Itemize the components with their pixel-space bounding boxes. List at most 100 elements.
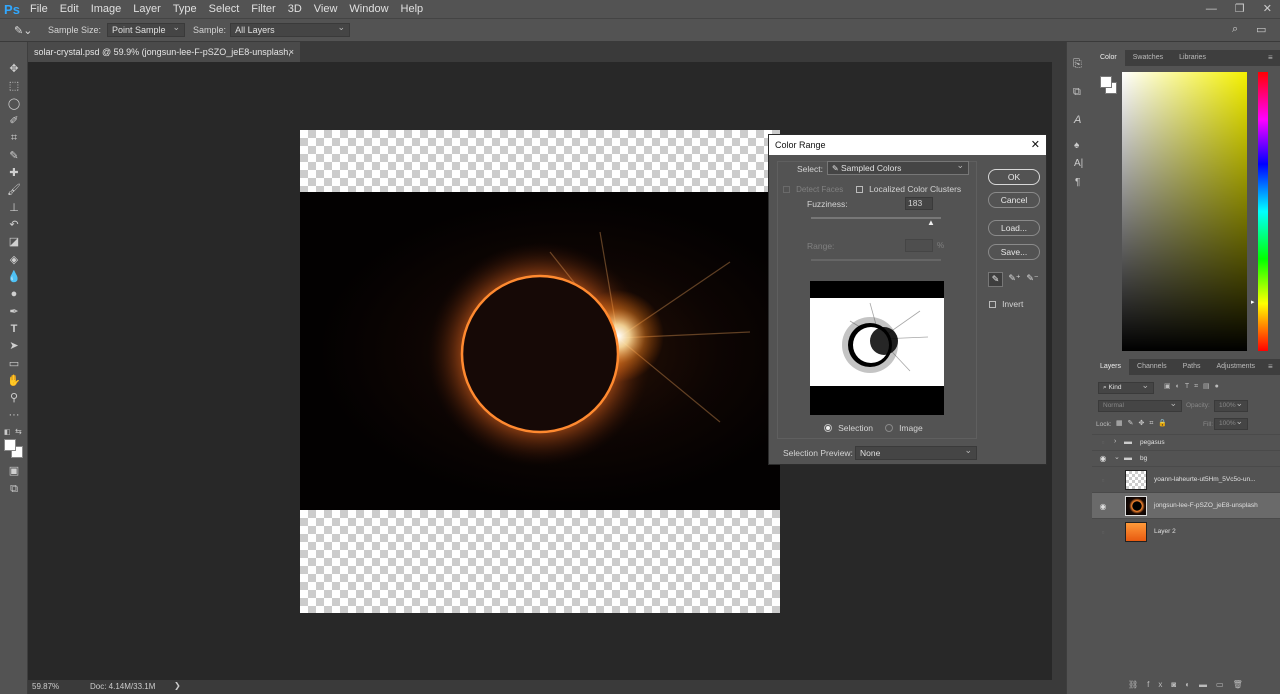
swap-colors-icon[interactable]: ⇆ <box>15 427 22 436</box>
layer-yoann[interactable]: ▫ yoann-laheurte-ut5Hm_5Vc5o-un... <box>1092 466 1280 492</box>
zoom-tool-icon[interactable]: ⚲ <box>6 391 22 405</box>
quick-selection-tool-icon[interactable]: ✐ <box>6 114 22 128</box>
collapse-arrow-icon[interactable]: ⌄ <box>1114 453 1120 461</box>
visibility-toggle-empty[interactable]: ▫ <box>1098 528 1108 537</box>
layer-group-bg[interactable]: ◉ ⌄ ▬ bg <box>1092 450 1280 466</box>
eclipse-image[interactable] <box>300 192 780 510</box>
add-to-sample-eyedropper-icon[interactable]: ✎⁺ <box>1007 272 1022 287</box>
search-icon[interactable]: ⌕ <box>1232 23 1238 36</box>
brush-tool-icon[interactable]: 🖌 <box>6 183 22 197</box>
invert-checkbox[interactable]: Invert <box>989 298 1023 310</box>
move-tool-icon[interactable]: ✥ <box>6 62 22 76</box>
menu-3d[interactable]: 3D <box>282 0 308 18</box>
layers-panel-menu-icon[interactable]: ≡ <box>1268 362 1273 371</box>
fuzziness-slider-handle[interactable]: ▲ <box>927 218 935 227</box>
layers-footer-icons[interactable]: ⛓fx◙◐▬▭🗑 <box>1128 680 1252 689</box>
workspace-icon[interactable]: ▭ <box>1256 23 1266 36</box>
close-window-button[interactable]: ✕ <box>1263 0 1272 18</box>
screen-mode-icon[interactable]: ⧉ <box>6 482 22 496</box>
clone-stamp-tool-icon[interactable]: ⊥ <box>6 201 22 215</box>
minimize-button[interactable]: — <box>1206 0 1217 18</box>
default-colors-icon[interactable]: ◧ <box>4 428 12 436</box>
image-radio[interactable]: Image <box>885 422 923 434</box>
sample-size-dropdown[interactable]: Point Sample <box>107 21 186 37</box>
sample-dropdown[interactable]: All Layers <box>230 21 351 37</box>
glyphs-panel-icon[interactable]: A| <box>1074 158 1083 169</box>
tab-libraries[interactable]: Libraries <box>1171 50 1214 66</box>
load-button[interactable]: Load... <box>988 220 1040 236</box>
layer-2[interactable]: ▫ Layer 2 <box>1092 518 1280 544</box>
menu-window[interactable]: Window <box>343 0 394 18</box>
rectangle-tool-icon[interactable]: ▭ <box>6 357 22 371</box>
more-tools-icon[interactable]: ··· <box>6 408 22 422</box>
paragraph-panel-icon[interactable]: ¶ <box>1075 177 1080 188</box>
fill-field[interactable]: 100% <box>1214 416 1248 430</box>
tab-swatches[interactable]: Swatches <box>1125 50 1171 66</box>
menu-help[interactable]: Help <box>395 0 430 18</box>
menu-layer[interactable]: Layer <box>127 0 167 18</box>
foreground-color-swatch[interactable] <box>4 439 16 451</box>
layer-jongsun[interactable]: ◉ jongsun-lee-F-pSZO_jeE8-unsplash <box>1092 492 1280 518</box>
eyedropper-tool-preset-icon[interactable]: ✎⌄ <box>14 24 36 37</box>
status-menu-icon[interactable]: ❯ <box>174 681 181 690</box>
panel-menu-icon[interactable]: ≡ <box>1268 53 1273 62</box>
selection-radio[interactable]: Selection <box>824 422 873 434</box>
marquee-tool-icon[interactable]: ⬚ <box>6 79 22 93</box>
save-button[interactable]: Save... <box>988 244 1040 260</box>
localized-clusters-box[interactable] <box>856 185 863 193</box>
hue-slider[interactable] <box>1258 72 1268 351</box>
properties-panel-icon[interactable]: ⧉ <box>1073 86 1081 99</box>
menu-view[interactable]: View <box>308 0 344 18</box>
select-dropdown[interactable]: ✎ Sampled Colors <box>827 159 969 175</box>
blend-mode-dropdown[interactable]: Normal <box>1098 398 1182 412</box>
invert-box[interactable] <box>989 300 996 308</box>
history-brush-tool-icon[interactable]: ↶ <box>6 218 22 232</box>
tab-adjustments[interactable]: Adjustments <box>1209 359 1264 375</box>
expand-arrow-icon[interactable]: › <box>1114 438 1116 445</box>
selection-preview-dropdown[interactable]: None <box>855 444 977 460</box>
eye-icon[interactable]: ◉ <box>1098 454 1108 463</box>
ok-button[interactable]: OK <box>988 169 1040 185</box>
layer-filter-icons[interactable]: ▣◐T⌗▤● <box>1164 382 1224 391</box>
path-selection-tool-icon[interactable]: ➤ <box>6 339 22 353</box>
lasso-tool-icon[interactable]: ◯ <box>6 97 22 111</box>
selection-radio-button[interactable] <box>824 424 832 433</box>
layer-group-pegasus[interactable]: ▫ › ▬ pegasus <box>1092 434 1280 450</box>
visibility-toggle-empty[interactable]: ▫ <box>1098 438 1108 447</box>
visibility-toggle-empty[interactable]: ▫ <box>1098 476 1108 485</box>
maximize-button[interactable]: ❐ <box>1235 0 1245 18</box>
selection-preview-thumbnail[interactable] <box>810 281 944 415</box>
menu-filter[interactable]: Filter <box>245 0 281 18</box>
menu-image[interactable]: Image <box>85 0 128 18</box>
eyedropper-icon[interactable]: ✎ <box>988 272 1003 287</box>
layer-filter-kind[interactable]: ⌕ Kind <box>1098 380 1154 394</box>
pen-tool-icon[interactable]: ✒ <box>6 305 22 319</box>
type-tool-icon[interactable]: T <box>6 322 22 336</box>
hand-tool-icon[interactable]: ✋ <box>6 374 22 388</box>
subtract-from-sample-eyedropper-icon[interactable]: ✎⁻ <box>1025 272 1040 287</box>
history-panel-icon[interactable]: ⎘ <box>1073 58 1082 71</box>
brush-panel-icon[interactable]: ♠ <box>1074 140 1079 151</box>
tab-color[interactable]: Color <box>1092 50 1125 66</box>
tab-paths[interactable]: Paths <box>1175 359 1209 375</box>
eraser-tool-icon[interactable]: ◪ <box>6 235 22 249</box>
tab-channels[interactable]: Channels <box>1129 359 1175 375</box>
close-tab-icon[interactable]: × <box>289 42 294 62</box>
cancel-button[interactable]: Cancel <box>988 192 1040 208</box>
menu-type[interactable]: Type <box>167 0 203 18</box>
menu-file[interactable]: File <box>24 0 54 18</box>
eye-icon[interactable]: ◉ <box>1098 502 1108 511</box>
localized-clusters-checkbox[interactable]: Localized Color Clusters <box>856 183 961 195</box>
fg-color-swatch-panel[interactable] <box>1100 76 1112 88</box>
zoom-level[interactable]: 59.87% <box>32 682 59 691</box>
crop-tool-icon[interactable]: ⌗ <box>6 131 22 145</box>
hue-slider-handle[interactable]: ▸ <box>1251 298 1255 306</box>
character-panel-icon[interactable]: A <box>1074 114 1081 126</box>
healing-brush-tool-icon[interactable]: ✚ <box>6 166 22 180</box>
opacity-field[interactable]: 100% <box>1214 398 1248 412</box>
paint-bucket-tool-icon[interactable]: ◈ <box>6 253 22 267</box>
document-tab[interactable]: solar-crystal.psd @ 59.9% (jongsun-lee-F… <box>28 42 300 77</box>
fuzziness-field[interactable]: 183 <box>905 197 933 210</box>
fuzziness-slider-track[interactable] <box>811 217 941 219</box>
image-radio-button[interactable] <box>885 424 893 433</box>
